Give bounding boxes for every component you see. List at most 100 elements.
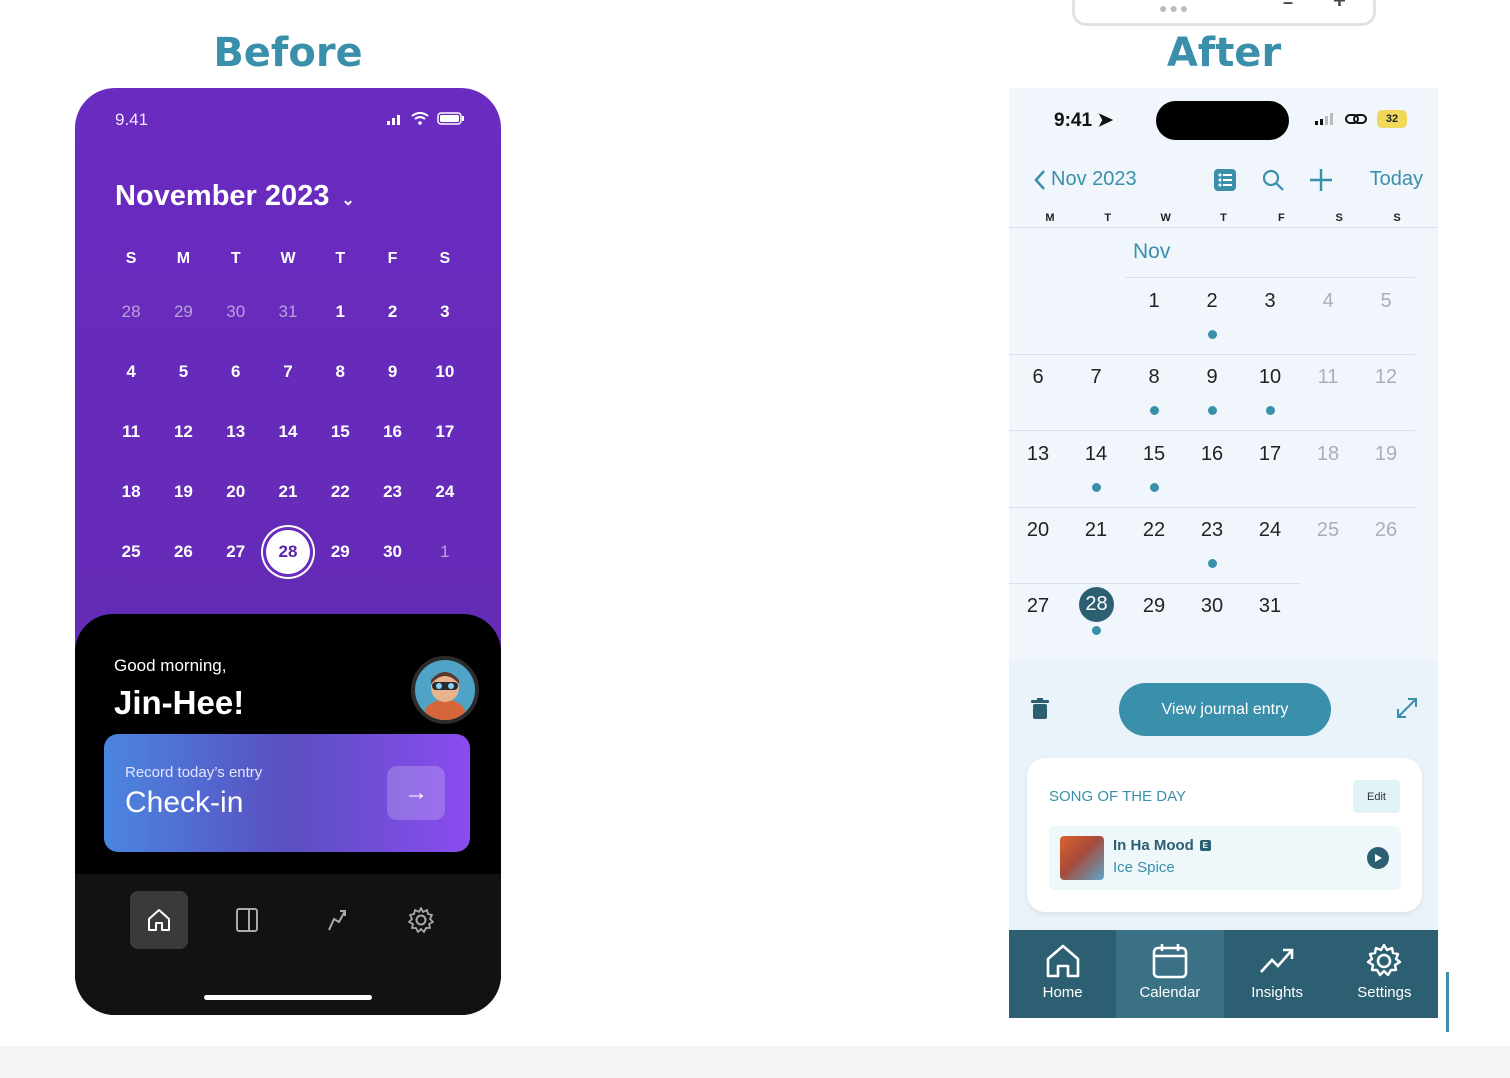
- calendar-day[interactable]: 23: [1183, 507, 1241, 583]
- nav-settings[interactable]: [392, 891, 450, 949]
- calendar-day[interactable]: 17: [419, 408, 471, 456]
- calendar-day[interactable]: 11: [1299, 354, 1357, 430]
- calendar-day[interactable]: 7: [1067, 354, 1125, 430]
- calendar-day[interactable]: 5: [1357, 278, 1415, 354]
- calendar-day[interactable]: 27: [1009, 583, 1067, 659]
- calendar-day[interactable]: 10: [419, 348, 471, 396]
- calendar-day[interactable]: 14: [262, 408, 314, 456]
- calendar-day[interactable]: 16: [366, 408, 418, 456]
- calendar-day[interactable]: 16: [1183, 431, 1241, 507]
- scrollbar[interactable]: [1446, 972, 1449, 1032]
- calendar-day[interactable]: 31: [1241, 583, 1299, 659]
- calendar-day[interactable]: 17: [1241, 431, 1299, 507]
- calendar-day[interactable]: 4: [1299, 278, 1357, 354]
- calendar-day[interactable]: 20: [1009, 507, 1067, 583]
- checkin-arrow-button[interactable]: →: [387, 766, 445, 820]
- day-number: 21: [1084, 518, 1108, 541]
- calendar-day[interactable]: 30: [366, 528, 418, 576]
- calendar-day-selected[interactable]: 28: [262, 528, 314, 576]
- calendar-day[interactable]: 25: [105, 528, 157, 576]
- calendar-day[interactable]: 9: [366, 348, 418, 396]
- calendar-day[interactable]: 8: [314, 348, 366, 396]
- calendar-day[interactable]: 18: [1299, 431, 1357, 507]
- calendar-day[interactable]: 1: [1125, 278, 1183, 354]
- expand-button[interactable]: [1395, 696, 1419, 725]
- calendar-day[interactable]: 26: [157, 528, 209, 576]
- play-button[interactable]: [1367, 847, 1389, 869]
- day-number: 25: [1316, 518, 1340, 541]
- nav-calendar[interactable]: Calendar: [1116, 930, 1224, 1018]
- checkin-card[interactable]: Record today’s entry Check-in →: [104, 734, 470, 852]
- calendar-day[interactable]: 18: [105, 468, 157, 516]
- nav-insights[interactable]: Insights: [1224, 930, 1331, 1018]
- calendar-day[interactable]: 26: [1357, 507, 1415, 583]
- add-button[interactable]: [1309, 168, 1333, 197]
- calendar-day[interactable]: 6: [1009, 354, 1067, 430]
- entry-dot: [1208, 558, 1217, 568]
- list-view-button[interactable]: [1213, 168, 1237, 197]
- calendar-day[interactable]: 15: [314, 408, 366, 456]
- calendar-day[interactable]: 11: [105, 408, 157, 456]
- calendar-day[interactable]: 27: [210, 528, 262, 576]
- calendar-day[interactable]: 29: [157, 288, 209, 336]
- calendar-day[interactable]: 29: [1125, 583, 1183, 659]
- calendar-day[interactable]: 13: [1009, 431, 1067, 507]
- calendar-day[interactable]: 30: [1183, 583, 1241, 659]
- calendar-day[interactable]: 5: [157, 348, 209, 396]
- day-number: 19: [1374, 442, 1398, 465]
- calendar-day[interactable]: 22: [314, 468, 366, 516]
- calendar-day[interactable]: 12: [157, 408, 209, 456]
- calendar-day[interactable]: 25: [1299, 507, 1357, 583]
- calendar-day[interactable]: 6: [210, 348, 262, 396]
- calendar-day[interactable]: 1: [314, 288, 366, 336]
- calendar-day[interactable]: 7: [262, 348, 314, 396]
- more-dots-icon[interactable]: ●●●: [1159, 0, 1190, 16]
- nav-settings[interactable]: Settings: [1331, 930, 1438, 1018]
- calendar-day[interactable]: 19: [157, 468, 209, 516]
- calendar-day[interactable]: 4: [105, 348, 157, 396]
- calendar-day[interactable]: 9: [1183, 354, 1241, 430]
- delete-button[interactable]: [1031, 698, 1049, 725]
- nav-journal[interactable]: [218, 891, 276, 949]
- calendar-day[interactable]: 21: [1067, 507, 1125, 583]
- nav-home[interactable]: [130, 891, 188, 949]
- calendar-day[interactable]: 1: [419, 528, 471, 576]
- calendar-day[interactable]: 12: [1357, 354, 1415, 430]
- track-row[interactable]: In Ha Mood E Ice Spice: [1049, 826, 1401, 890]
- calendar-day[interactable]: 2: [1183, 278, 1241, 354]
- view-journal-entry-button[interactable]: View journal entry: [1119, 683, 1331, 736]
- zoom-in-icon[interactable]: +: [1333, 0, 1346, 14]
- month-selector[interactable]: November 2023 ⌄: [115, 180, 355, 213]
- calendar-day[interactable]: 13: [210, 408, 262, 456]
- calendar-day[interactable]: 3: [1241, 278, 1299, 354]
- calendar-day[interactable]: 3: [419, 288, 471, 336]
- journal-icon: [236, 908, 258, 932]
- calendar-day[interactable]: 14: [1067, 431, 1125, 507]
- calendar-day[interactable]: 20: [210, 468, 262, 516]
- back-button[interactable]: Nov 2023: [1033, 168, 1137, 191]
- calendar-day[interactable]: 24: [419, 468, 471, 516]
- calendar-day[interactable]: 19: [1357, 431, 1415, 507]
- nav-insights[interactable]: [308, 891, 366, 949]
- calendar-day[interactable]: 24: [1241, 507, 1299, 583]
- calendar-day[interactable]: 2: [366, 288, 418, 336]
- calendar-day[interactable]: 28: [105, 288, 157, 336]
- calendar-day[interactable]: 30: [210, 288, 262, 336]
- calendar-day-selected[interactable]: 28: [1067, 583, 1125, 659]
- zoom-out-icon[interactable]: –: [1283, 0, 1293, 13]
- calendar-day[interactable]: 8: [1125, 354, 1183, 430]
- day-number: 6: [1032, 366, 1044, 389]
- calendar-day[interactable]: 31: [262, 288, 314, 336]
- weekday-label: F: [387, 250, 398, 267]
- calendar-day[interactable]: 29: [314, 528, 366, 576]
- search-button[interactable]: [1261, 168, 1285, 197]
- calendar-day[interactable]: 15: [1125, 431, 1183, 507]
- calendar-day[interactable]: 10: [1241, 354, 1299, 430]
- calendar-day[interactable]: 23: [366, 468, 418, 516]
- calendar-day[interactable]: 22: [1125, 507, 1183, 583]
- avatar[interactable]: [411, 656, 479, 724]
- nav-home[interactable]: Home: [1009, 930, 1116, 1018]
- calendar-day[interactable]: 21: [262, 468, 314, 516]
- edit-button[interactable]: Edit: [1353, 780, 1400, 813]
- today-button[interactable]: Today: [1370, 168, 1423, 191]
